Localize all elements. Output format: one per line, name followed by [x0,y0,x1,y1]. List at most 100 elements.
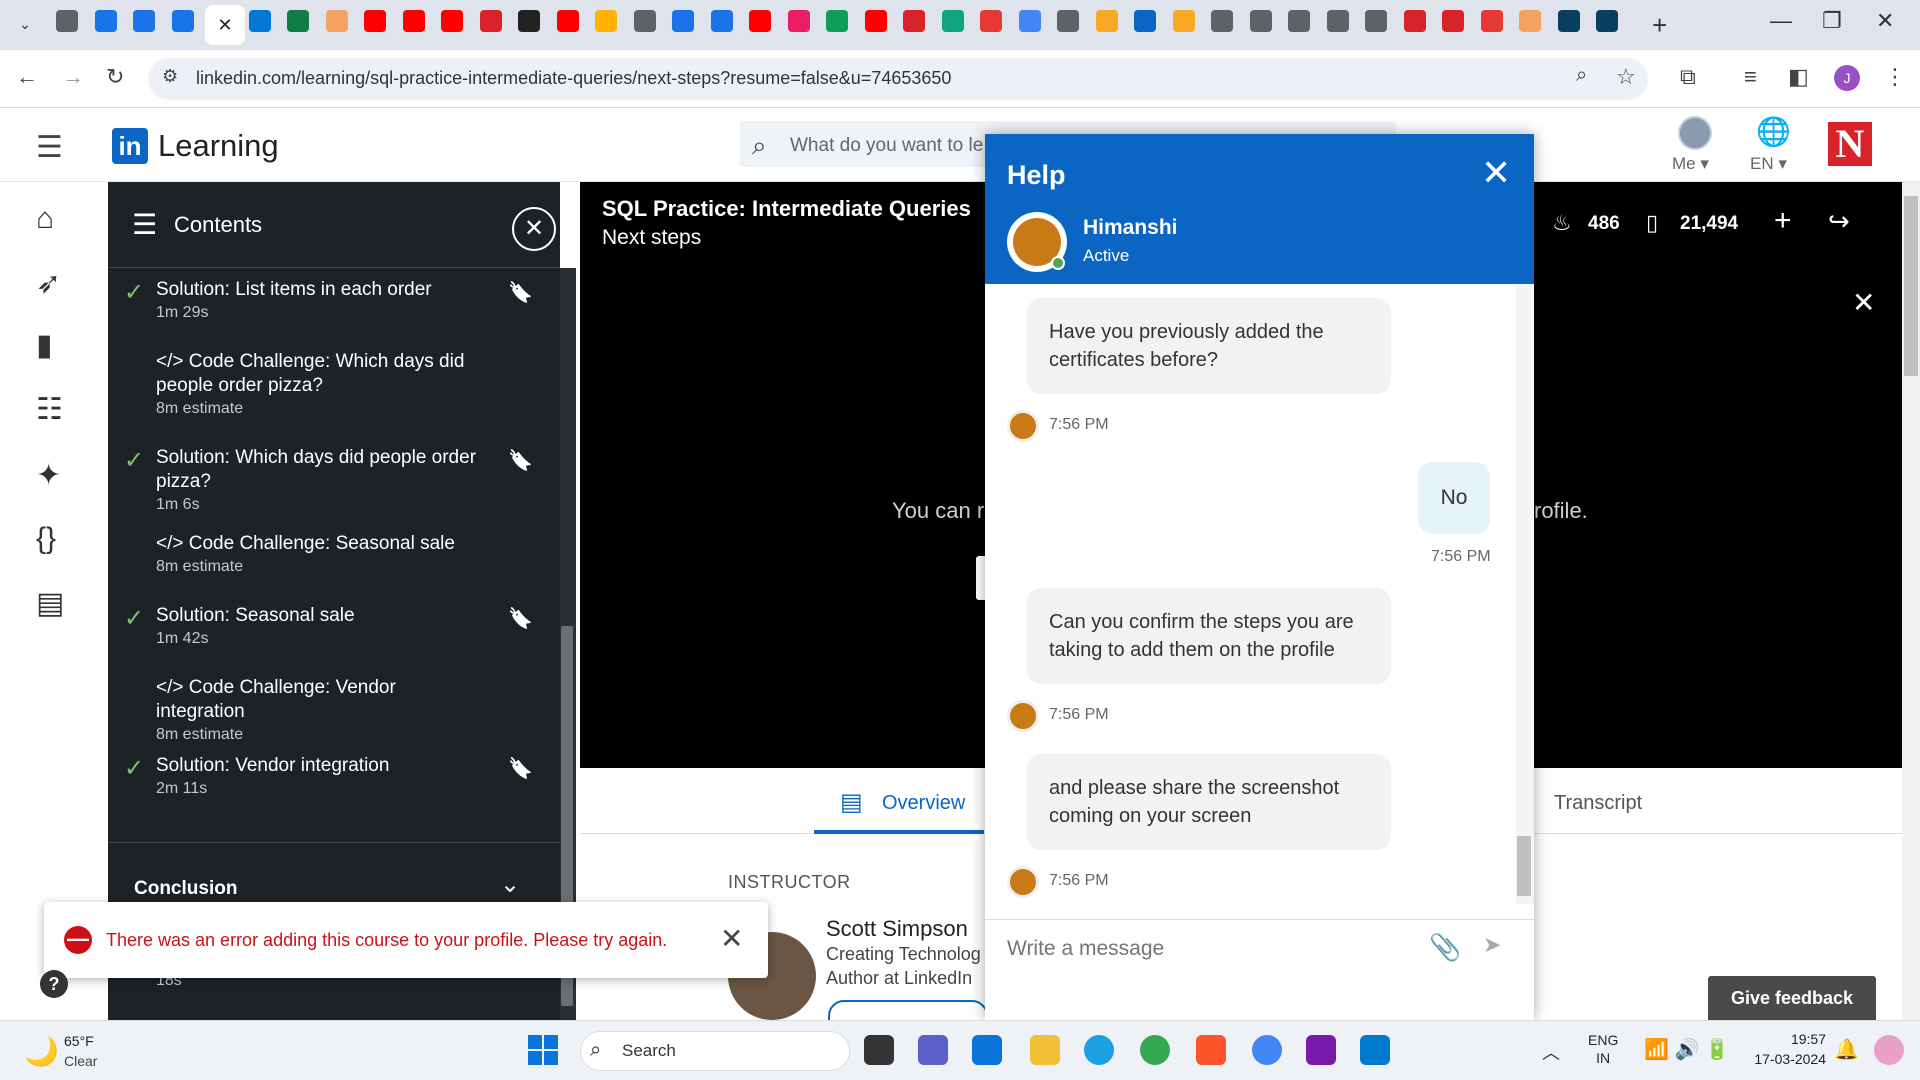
tab-search-chevron-icon[interactable]: ⌄ [14,13,36,35]
course-title[interactable]: SQL Practice: Intermediate Queries [602,196,971,222]
browser-tab-favicon[interactable] [1288,10,1310,32]
contents-item-title[interactable]: </> Code Challenge: Vendor integration [156,676,486,724]
list-icon[interactable]: ☷ [36,392,63,427]
site-info-icon[interactable]: ⚙ [162,66,178,87]
notification-bell-icon[interactable]: 🔔 [1834,1037,1859,1062]
browser-tab-favicon[interactable] [903,10,925,32]
tray-overflow-chevron-icon[interactable]: ︿ [1542,1039,1560,1065]
browser-tab-favicon[interactable] [710,10,733,32]
clock-time[interactable]: 19:57 [1746,1031,1826,1047]
hamburger-menu-icon[interactable]: ☰ [36,130,63,165]
contents-item-title[interactable]: Solution: Vendor integration [156,754,486,778]
clock-date[interactable]: 17-03-2024 [1726,1051,1826,1067]
browser-tab-favicon[interactable] [171,10,194,32]
browser-tab-favicon[interactable] [1134,10,1156,32]
taskbar-search-label[interactable]: Search [622,1041,676,1061]
file-explorer-icon[interactable] [1030,1035,1060,1065]
task-view-icon[interactable] [864,1035,894,1065]
browser-tab-favicon[interactable] [364,10,386,32]
contents-item-title[interactable]: Solution: Which days did people order pi… [156,446,486,494]
edge-browser-icon[interactable] [1084,1035,1114,1065]
browser-tab-favicon[interactable] [1057,10,1079,32]
browser-tab-favicon[interactable] [1480,10,1503,32]
give-feedback-button[interactable]: Give feedback [1708,976,1876,1020]
bookmark-icon[interactable]: 🔖 [508,448,533,473]
browser-tab-favicon[interactable] [94,10,117,32]
rocket-icon[interactable]: ➶ [36,266,61,301]
attachment-icon[interactable]: 📎 [1429,932,1461,963]
home-icon[interactable]: ⌂ [36,202,54,236]
browser-tab-favicon[interactable] [441,10,463,32]
browser-menu-icon[interactable]: ⋮ [1884,64,1906,90]
chevron-down-icon[interactable]: ⌄ [500,870,520,899]
instructor-name[interactable]: Scott Simpson [826,916,968,942]
contents-item-title[interactable]: Solution: Seasonal sale [156,604,486,628]
browser-tab-favicon[interactable] [248,10,271,32]
wifi-volume-battery-icons[interactable]: 📶 🔊 🔋 [1644,1037,1730,1062]
weather-temperature[interactable]: 65°F [64,1033,94,1049]
media-controls-icon[interactable]: ≡ [1744,64,1757,90]
help-close-button[interactable]: ✕ [1481,152,1511,194]
contents-item-title[interactable]: </> Code Challenge: Which days did peopl… [156,350,486,398]
toast-close-button[interactable]: ✕ [720,922,743,955]
close-icon[interactable]: ✕ [1852,286,1875,319]
bookmark-icon[interactable]: ▯ [1646,210,1658,236]
browser-tab-favicon[interactable] [556,10,579,32]
forward-button[interactable]: → [62,64,84,90]
browser-tab-favicon[interactable] [787,10,810,32]
windows-start-icon[interactable] [528,1035,558,1065]
browser-tab-favicon[interactable] [941,10,964,32]
browser-tab-favicon[interactable] [864,10,887,32]
share-icon[interactable]: ↪ [1828,206,1850,237]
reload-button[interactable]: ↻ [106,64,124,90]
browser-tab-favicon[interactable] [287,10,309,32]
copilot-icon[interactable] [1874,1035,1904,1065]
organization-logo[interactable]: N [1828,122,1872,166]
mail-icon[interactable] [972,1035,1002,1065]
browser-tab-favicon[interactable] [479,10,502,32]
weather-condition[interactable]: Clear [64,1053,97,1069]
active-browser-tab[interactable]: ✕ [205,5,245,45]
browser-tab-favicon[interactable] [633,10,656,32]
library-icon[interactable]: ▮ [36,328,53,363]
vscode-icon[interactable] [1360,1035,1390,1065]
zoom-icon[interactable]: ⌕ [1576,64,1587,87]
browser-tab-favicon[interactable] [1519,10,1541,32]
moon-weather-icon[interactable]: 🌙 [24,1035,59,1068]
code-braces-icon[interactable]: {} [36,522,56,556]
back-button[interactable]: ← [16,64,38,90]
browser-tab-favicon[interactable] [826,10,848,32]
browser-tab-favicon[interactable] [325,10,348,32]
contents-item-title[interactable]: Solution: List items in each order [156,278,486,302]
browser-tab-favicon[interactable] [1557,10,1580,32]
browser-tab-favicon[interactable] [980,10,1002,32]
browser-tab-favicon[interactable] [1326,10,1349,32]
chat-scrollbar-thumb[interactable] [1517,836,1531,896]
message-input[interactable] [1007,932,1387,966]
help-question-icon[interactable]: ? [40,970,68,998]
browser-tab-favicon[interactable] [1018,10,1041,32]
close-tab-icon[interactable]: ✕ [205,5,245,45]
bookmark-star-icon[interactable]: ☆ [1616,64,1636,90]
browser-tab-favicon[interactable] [1172,10,1195,32]
browser-tab-favicon[interactable] [1365,10,1387,32]
browser-tab-favicon[interactable] [1442,10,1464,32]
browser-tab-favicon[interactable] [133,10,155,32]
browser-tab-favicon[interactable] [672,10,694,32]
bookmark-icon[interactable]: 🔖 [508,606,533,631]
extensions-icon[interactable]: ⧉ [1680,64,1696,90]
browser-tab-favicon[interactable] [518,10,540,32]
chrome-profile-icon[interactable] [1252,1035,1282,1065]
contents-item-title[interactable]: </> Code Challenge: Seasonal sale [156,532,486,556]
learning-logo-text[interactable]: Learning [158,128,279,164]
brave-browser-icon[interactable] [1196,1035,1226,1065]
browser-tab-favicon[interactable] [402,10,425,32]
restore-window-button[interactable]: ❐ [1822,8,1842,34]
browser-tab-favicon[interactable] [749,10,771,32]
taskbar-search[interactable] [580,1031,850,1071]
minimize-window-button[interactable]: — [1770,8,1792,34]
browser-tab-favicon[interactable] [1211,10,1233,32]
browser-tab-favicon[interactable] [1095,10,1118,32]
send-icon[interactable]: ➤ [1483,932,1501,958]
input-language[interactable]: ENG IN [1588,1031,1618,1067]
